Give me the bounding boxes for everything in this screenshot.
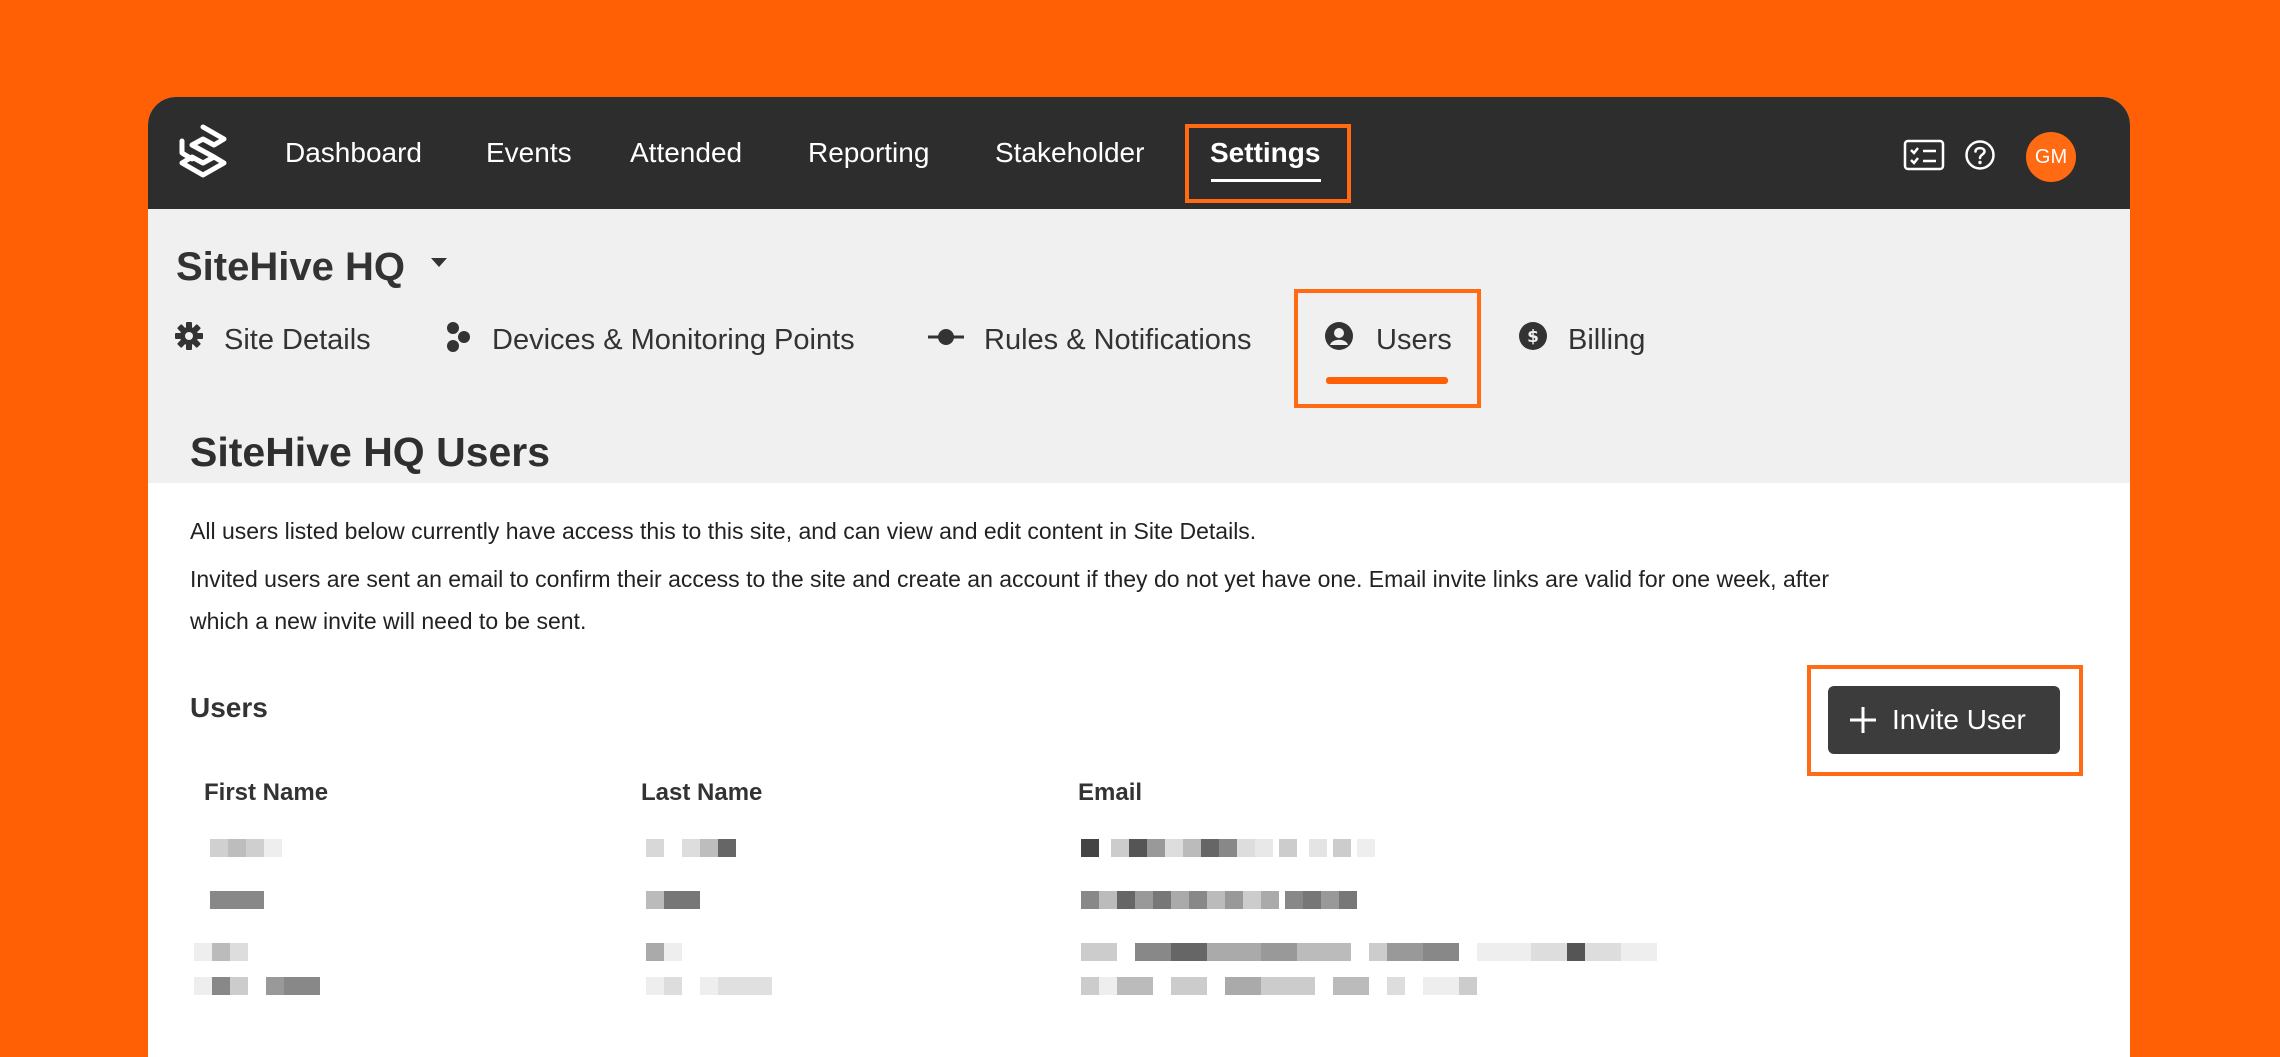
page-title: SiteHive HQ Users (190, 429, 551, 475)
tab-rules-notifications[interactable]: Rules & Notifications (984, 319, 1252, 361)
intro-text-2: Invited users are sent an email to confi… (190, 566, 1829, 592)
redacted-cell (646, 839, 736, 857)
top-navbar: Dashboard Events Attended Reporting Stak… (148, 97, 2130, 209)
redacted-cell (1081, 977, 1481, 995)
redacted-cell (1081, 943, 1661, 961)
nav-reporting[interactable]: Reporting (808, 97, 929, 209)
site-selector-label[interactable]: SiteHive HQ (176, 245, 405, 290)
redacted-cell (646, 891, 700, 909)
devices-icon (447, 322, 470, 352)
checklist-icon[interactable] (1903, 139, 1945, 171)
svg-text:$: $ (1527, 327, 1539, 347)
column-header-first-name[interactable]: First Name (204, 779, 328, 807)
highlight-users-tab (1294, 289, 1481, 408)
rule-icon (928, 329, 964, 345)
dollar-circle-icon: $ (1519, 322, 1547, 350)
redacted-cell (646, 977, 786, 995)
redacted-cell (1081, 839, 1381, 857)
highlight-invite-user (1807, 665, 2083, 776)
redacted-cell (194, 943, 248, 961)
intro-text-1: All users listed below currently have ac… (190, 518, 1257, 544)
caret-down-icon[interactable] (431, 258, 447, 267)
tab-billing[interactable]: Billing (1568, 319, 1645, 361)
sitehive-logo-icon[interactable] (174, 123, 232, 181)
column-header-last-name[interactable]: Last Name (641, 779, 762, 807)
app-window: Dashboard Events Attended Reporting Stak… (148, 97, 2130, 1057)
nav-dashboard[interactable]: Dashboard (285, 97, 422, 209)
redacted-cell (194, 977, 334, 995)
tab-site-details[interactable]: Site Details (224, 319, 371, 361)
redacted-cell (210, 891, 264, 909)
help-icon[interactable] (1964, 139, 1996, 171)
redacted-cell (1081, 891, 1361, 909)
nav-events[interactable]: Events (486, 97, 572, 209)
column-header-email[interactable]: Email (1078, 779, 1142, 807)
user-avatar[interactable]: GM (2026, 132, 2076, 182)
redacted-cell (646, 943, 682, 961)
intro-text-3: which a new invite will need to be sent. (190, 608, 587, 634)
tab-devices-monitoring-points[interactable]: Devices & Monitoring Points (492, 319, 855, 361)
nav-stakeholder[interactable]: Stakeholder (995, 97, 1144, 209)
users-section-title: Users (190, 692, 268, 723)
gear-icon (175, 322, 203, 350)
redacted-cell (210, 839, 282, 857)
highlight-settings (1185, 124, 1351, 203)
nav-attended[interactable]: Attended (630, 97, 742, 209)
